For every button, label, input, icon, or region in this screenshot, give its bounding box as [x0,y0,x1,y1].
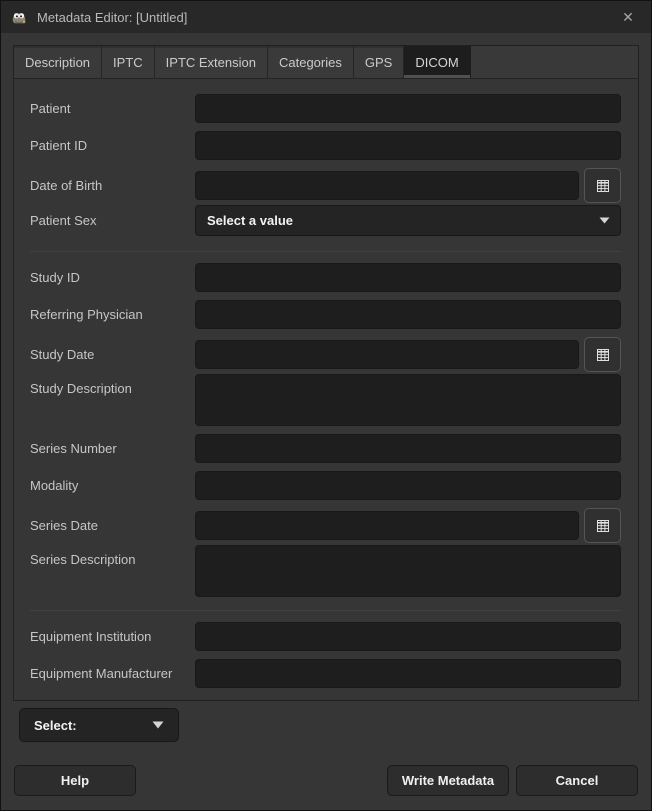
series-date-input[interactable] [195,511,579,540]
patient-id-input[interactable] [195,131,621,160]
tab-dicom[interactable]: DICOM [404,46,470,78]
field-row-equipment-institution: Equipment Institution [30,622,621,651]
patient-id-label: Patient ID [30,138,195,153]
cancel-button[interactable]: Cancel [516,765,638,796]
date-of-birth-label: Date of Birth [30,178,195,193]
section-separator [30,251,621,252]
close-icon[interactable]: ✕ [615,4,641,30]
date-of-birth-picker-button[interactable] [584,168,621,203]
date-of-birth-input[interactable] [195,171,579,200]
gimp-wilber-icon [9,7,29,27]
study-date-input[interactable] [195,340,579,369]
series-description-input[interactable] [195,545,621,597]
series-number-label: Series Number [30,441,195,456]
referring-physician-label: Referring Physician [30,307,195,322]
modality-input[interactable] [195,471,621,500]
field-row-equipment-manufacturer: Equipment Manufacturer [30,659,621,688]
tabstrip-filler [471,46,638,78]
tab-iptc-extension[interactable]: IPTC Extension [155,46,268,78]
patient-sex-value: Select a value [207,213,293,228]
field-row-date-of-birth: Date of Birth [30,168,621,203]
field-row-patient-sex: Patient Sex Select a value [30,205,621,236]
chevron-down-icon [599,217,610,224]
select-dropdown[interactable]: Select: [19,708,179,742]
study-id-label: Study ID [30,270,195,285]
field-row-modality: Modality [30,471,621,500]
button-spacer [143,765,380,796]
select-dropdown-label: Select: [34,718,77,733]
patient-label: Patient [30,101,195,116]
calendar-grid-icon [595,178,611,194]
field-row-series-date: Series Date [30,508,621,543]
tab-strip: Description IPTC IPTC Extension Categori… [13,45,639,79]
metadata-notebook: Description IPTC IPTC Extension Categori… [13,45,639,701]
series-number-input[interactable] [195,434,621,463]
field-row-study-description: Study Description [30,374,621,426]
study-date-label: Study Date [30,347,195,362]
patient-input[interactable] [195,94,621,123]
field-row-patient-id: Patient ID [30,131,621,160]
help-button[interactable]: Help [14,765,136,796]
field-row-referring-physician: Referring Physician [30,300,621,329]
dicom-panel: Patient Patient ID Date of Birth [13,79,639,701]
patient-sex-label: Patient Sex [30,213,195,228]
dialog-body: Description IPTC IPTC Extension Categori… [1,33,651,810]
field-row-patient: Patient [30,94,621,123]
section-separator [30,610,621,611]
equipment-manufacturer-label: Equipment Manufacturer [30,666,195,681]
select-row: Select: [19,708,639,742]
write-metadata-button[interactable]: Write Metadata [387,765,509,796]
study-date-picker-button[interactable] [584,337,621,372]
field-row-study-id: Study ID [30,263,621,292]
study-description-label: Study Description [30,374,195,396]
referring-physician-input[interactable] [195,300,621,329]
field-row-series-number: Series Number [30,434,621,463]
modality-label: Modality [30,478,195,493]
titlebar: Metadata Editor: [Untitled] ✕ [1,1,651,33]
calendar-grid-icon [595,518,611,534]
equipment-manufacturer-input[interactable] [195,659,621,688]
field-row-series-description: Series Description [30,545,621,597]
metadata-editor-window: Metadata Editor: [Untitled] ✕ Descriptio… [0,0,652,811]
tab-gps[interactable]: GPS [354,46,404,78]
patient-sex-dropdown[interactable]: Select a value [195,205,621,236]
tab-iptc[interactable]: IPTC [102,46,155,78]
series-date-label: Series Date [30,518,195,533]
calendar-grid-icon [595,347,611,363]
window-title: Metadata Editor: [Untitled] [37,10,187,25]
equipment-institution-label: Equipment Institution [30,629,195,644]
study-description-input[interactable] [195,374,621,426]
tab-categories[interactable]: Categories [268,46,354,78]
series-date-picker-button[interactable] [584,508,621,543]
field-row-study-date: Study Date [30,337,621,372]
chevron-down-icon [152,721,164,729]
series-description-label: Series Description [30,545,195,567]
equipment-institution-input[interactable] [195,622,621,651]
study-id-input[interactable] [195,263,621,292]
tab-description[interactable]: Description [14,46,102,78]
dialog-button-row: Help Write Metadata Cancel [13,765,639,796]
